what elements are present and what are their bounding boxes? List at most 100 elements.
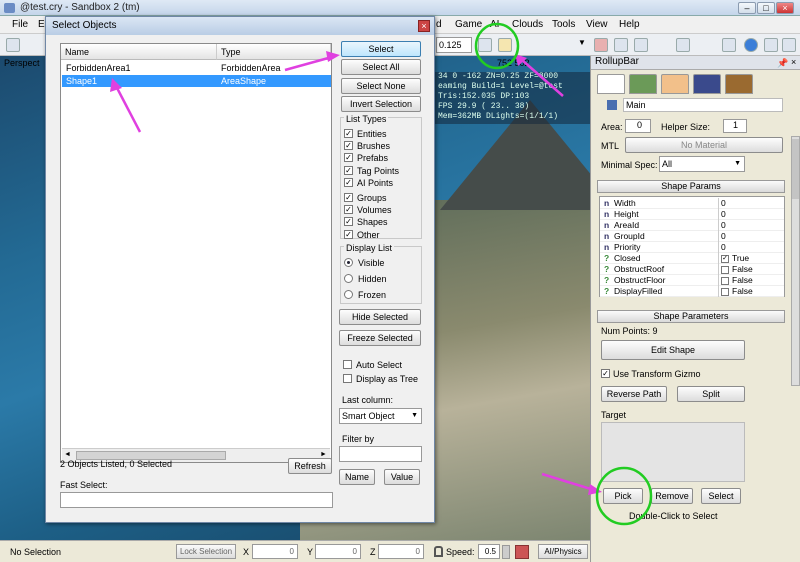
menu-edit[interactable]: E [38, 19, 45, 30]
select-none-button[interactable]: Select None [341, 78, 421, 94]
display-list-radio[interactable] [344, 290, 353, 299]
freeze-selected-button[interactable]: Freeze Selected [339, 330, 421, 346]
display-list-radio[interactable] [344, 274, 353, 283]
last-column-select[interactable]: Smart Object ▼ [339, 408, 422, 424]
record-icon[interactable] [515, 545, 529, 559]
tab-display[interactable] [693, 74, 721, 94]
property-value[interactable]: ✓ True [718, 253, 784, 264]
lock-icon[interactable] [434, 546, 443, 557]
property-row[interactable]: n GroupId 0 [600, 231, 784, 242]
refresh-button[interactable]: Refresh [288, 458, 332, 474]
scroll-left-icon[interactable]: ◄ [64, 451, 71, 458]
menu-clouds[interactable]: Clouds [512, 19, 543, 30]
pick-button[interactable]: Pick [603, 488, 643, 504]
property-row[interactable]: n AreaId 0 [600, 220, 784, 231]
list-type-checkbox[interactable]: ✓ [344, 141, 353, 151]
misc2-icon[interactable] [782, 38, 796, 52]
edit-shape-button[interactable]: Edit Shape [601, 340, 745, 360]
list-type-checkbox[interactable]: ✓ [344, 165, 353, 175]
delete-icon[interactable] [594, 38, 608, 52]
sphere-icon[interactable] [744, 38, 758, 52]
y-field[interactable]: 0 [315, 544, 361, 559]
speed-field[interactable]: 0.5 [478, 544, 500, 559]
tab-objects[interactable] [597, 74, 625, 94]
property-value[interactable]: 0 [718, 198, 784, 209]
unlink-icon[interactable] [634, 38, 648, 52]
column-header-name[interactable]: Name [61, 44, 217, 60]
undo-icon[interactable] [6, 38, 20, 52]
list-type-checkbox[interactable]: ✓ [344, 153, 353, 163]
link-icon[interactable] [614, 38, 628, 52]
material-button[interactable]: No Material [625, 137, 783, 153]
property-value[interactable]: False [718, 264, 784, 275]
list-type-checkbox[interactable]: ✓ [344, 177, 353, 187]
lock-selection-button[interactable]: Lock Selection [176, 544, 236, 559]
scroll-right-icon[interactable]: ► [320, 451, 327, 458]
filter-input[interactable] [339, 446, 422, 462]
menu-partial[interactable]: d [436, 19, 442, 30]
property-value[interactable]: False [718, 275, 784, 286]
helper-size-field[interactable]: 1 [723, 119, 747, 133]
select-button[interactable]: Select [341, 41, 421, 57]
menu-game[interactable]: Game [455, 19, 482, 30]
area-field[interactable]: 0 [625, 119, 651, 133]
snap-angle-icon[interactable] [478, 38, 492, 52]
tab-modify[interactable] [661, 74, 689, 94]
display-tree-checkbox[interactable] [343, 374, 352, 383]
target-select-button[interactable]: Select [701, 488, 741, 504]
invert-selection-button[interactable]: Invert Selection [341, 96, 421, 112]
property-value[interactable]: 0 [718, 209, 784, 220]
close-icon[interactable]: × [791, 57, 796, 67]
dialog-close-icon[interactable]: × [418, 20, 430, 32]
pin-icon[interactable]: 📌 [777, 58, 788, 69]
tab-layers[interactable] [725, 74, 753, 94]
property-value[interactable]: 0 [718, 242, 784, 253]
display-list-radio[interactable] [344, 258, 353, 267]
column-header-type[interactable]: Type [217, 44, 331, 60]
property-row[interactable]: ? ObstructFloor False [600, 275, 784, 286]
list-type-checkbox[interactable]: ✓ [344, 193, 353, 202]
property-row[interactable]: n Priority 0 [600, 242, 784, 253]
scroll-thumb[interactable] [792, 139, 799, 199]
select-all-button[interactable]: Select All [341, 59, 421, 75]
property-row[interactable]: n Width 0 [600, 198, 784, 209]
property-value[interactable]: 0 [718, 220, 784, 231]
x-field[interactable]: 0 [252, 544, 298, 559]
reverse-path-button[interactable]: Reverse Path [601, 386, 667, 402]
list-item-selected[interactable]: Shape1 AreaShape [62, 75, 331, 87]
hide-selected-button[interactable]: Hide Selected [339, 309, 421, 325]
property-row[interactable]: n Height 0 [600, 209, 784, 220]
property-checkbox[interactable] [721, 265, 729, 274]
menu-file[interactable]: File [12, 19, 28, 30]
target-list[interactable] [601, 422, 745, 482]
minimize-button[interactable]: – [738, 2, 756, 14]
split-button[interactable]: Split [677, 386, 745, 402]
menu-ai[interactable]: AI [490, 19, 499, 30]
property-row[interactable]: ? ObstructRoof False [600, 264, 784, 275]
property-row[interactable]: ? DisplayFilled False [600, 286, 784, 297]
close-button[interactable]: × [776, 2, 794, 14]
rollup-scrollbar[interactable] [791, 136, 800, 386]
list-type-checkbox[interactable]: ✓ [344, 217, 353, 227]
speed-spin-icon[interactable] [502, 545, 510, 559]
use-gizmo-checkbox[interactable]: ✓ [601, 369, 610, 378]
menu-view[interactable]: View [586, 19, 608, 30]
list-type-checkbox[interactable]: ✓ [344, 229, 353, 239]
select-objects-icon[interactable] [498, 38, 512, 52]
snap-value-field[interactable]: 0.125 [436, 37, 472, 53]
fast-select-input[interactable] [60, 492, 333, 508]
minspec-select[interactable]: All ▼ [659, 156, 745, 172]
property-value[interactable]: 0 [718, 231, 784, 242]
list-type-checkbox[interactable]: ✓ [344, 205, 353, 215]
object-list[interactable]: Name Type ForbiddenArea1 ForbiddenArea S… [60, 43, 332, 463]
tool-icon[interactable] [676, 38, 690, 52]
ai-physics-button[interactable]: AI/Physics [538, 544, 588, 559]
z-field[interactable]: 0 [378, 544, 424, 559]
property-checkbox[interactable] [721, 276, 729, 285]
filter-value-button[interactable]: Value [384, 469, 420, 485]
menu-tools[interactable]: Tools [552, 19, 575, 30]
chevron-down-icon[interactable]: ▼ [578, 38, 588, 52]
shape-params-header[interactable]: Shape Params [597, 180, 785, 193]
shape-parameters-header[interactable]: Shape Parameters [597, 310, 785, 323]
misc-icon[interactable] [764, 38, 778, 52]
